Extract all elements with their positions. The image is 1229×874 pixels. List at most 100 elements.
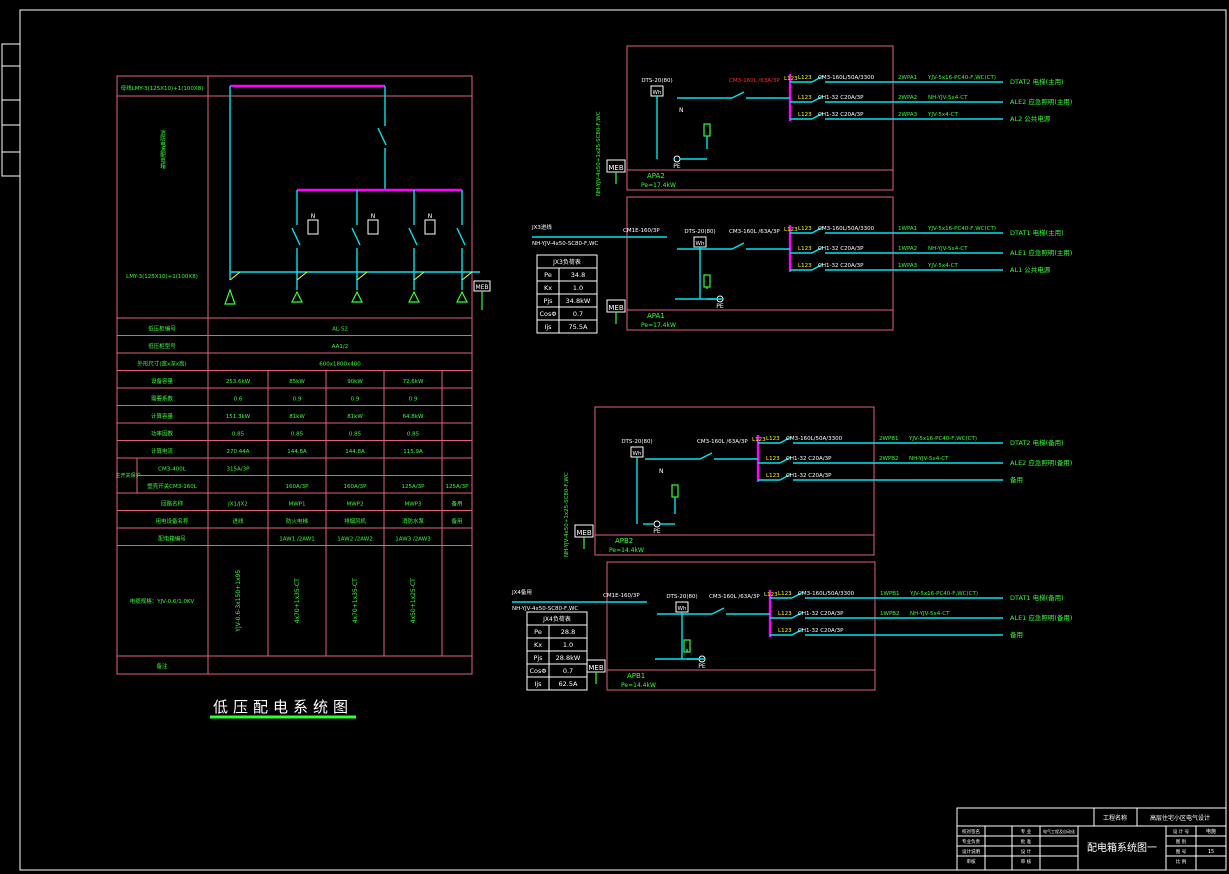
circuit-load: ALE1 应急照明(主用) <box>1010 248 1072 257</box>
feed-cable: NH-YJV-4x50-SC80-F,WC <box>532 241 598 247</box>
table-cell: 1AW3 /2AW3 <box>395 537 431 543</box>
circuit-bus: L123 <box>778 611 792 617</box>
load-param: Kx <box>544 284 552 292</box>
box-pe: Pe=14.4kW <box>609 547 644 554</box>
table-cell: 270.44A <box>226 449 249 455</box>
load-value: 0.7 <box>563 667 573 675</box>
circuit-code: 2WPA2 <box>898 95 917 101</box>
meb-label: MEB <box>588 664 603 672</box>
circuit-breaker: CH1-32 C20A/3P <box>798 628 844 634</box>
project-label: 工程名称 <box>1103 814 1127 822</box>
table-cell: MWP2 <box>347 502 364 508</box>
table-cell: 排烟风机 <box>344 517 367 525</box>
circuit-bus: L123 <box>798 112 812 118</box>
tb-mid-label: 专 业 <box>1021 828 1032 835</box>
table-row-label: 计算容量 <box>151 412 174 420</box>
tb-right-label: 设 计 号 <box>1173 828 1190 835</box>
table-cell: 160A/3P <box>344 484 368 490</box>
n-label: N <box>679 107 684 114</box>
table-cell: 144.8A <box>345 449 365 455</box>
circuit-breaker: CM3-160L/50A/3300 <box>818 226 875 232</box>
cad-drawing: 母线LMY-3(125X10)+1(100X8) LMY-3(125X10)+1… <box>1 9 1227 871</box>
table-cell: 81kW <box>347 414 363 420</box>
circuit-cable: YJV-5x16-PC40-F,WC(CT) <box>908 436 977 442</box>
table-cell: 防火电梯 <box>286 517 309 525</box>
tb-left-label: 审核 <box>967 858 976 865</box>
table-cell: MWP1 <box>289 502 306 508</box>
circuit-cable: NH-YJV-5x4-CT <box>928 246 968 252</box>
circuit-load: AL1 公共电源 <box>1010 265 1051 274</box>
circuit-bus: L123 <box>798 75 812 81</box>
circuit-cable: YJV-5x4-CT <box>927 263 958 269</box>
load-param: Ijs <box>544 323 552 331</box>
table-row-label: 用电设备名称 <box>155 517 189 525</box>
circuit-load: 备用 <box>1010 630 1023 639</box>
circuit-bus: L123 <box>798 226 812 232</box>
load-value: 28.8 <box>561 628 575 636</box>
wh-label: Wh <box>696 241 705 247</box>
drawing-title: 低压配电系统图 <box>213 698 353 716</box>
table-cell: 进线 <box>232 517 244 525</box>
load-table-jx4: JX4负荷表Pe 28.8 Kx 1.0 Pjs 28.8kW CosΦ 0.7 Ijs 62.5… <box>526 611 588 691</box>
binding-strip <box>1 43 21 177</box>
cable-label: 电缆规格：YJV-0.6/1.0KV <box>130 597 195 605</box>
incoming-breaker: CM1E-160/3P <box>603 593 640 599</box>
circuit-load: DTAT2 电梯(备用) <box>1010 438 1064 447</box>
table-cell: 315A/3P <box>227 467 251 473</box>
switchboard-panel: 母线LMY-3(125X10)+1(100X8) LMY-3(125X10)+1… <box>115 75 491 719</box>
circuit-cable: NH-YJV-5x4-CT <box>909 456 949 462</box>
circuit-breaker: CH1-32 C20A/3P <box>786 456 832 462</box>
box-apb1: APB1 Pe=14.4kW L123 Wh DTS-20(80) CM3-160L /6… <box>511 561 1072 691</box>
box-apb2: APB2 Pe=14.4kW L123 Wh DTS-20(80) CM3-160L /6… <box>564 406 1072 557</box>
load-table-title: JX4负荷表 <box>542 615 571 623</box>
feed-label: JX4备用 <box>511 588 532 596</box>
box-apa2: APA2 Pe=17.4kW L123 Wh DTS-20(80) CM3-160L /6… <box>596 45 1072 196</box>
switchboard-table: 低压柜编号 AL-S2 低压柜型号 AA1/2 外形尺寸(宽x深x高) 600x1800x… <box>115 317 472 670</box>
feeder-branches: N N N MEB <box>224 190 491 310</box>
table-row-label: 计算电流 <box>151 447 174 455</box>
table-cell: 151.3kW <box>226 414 251 420</box>
box-pe: Pe=17.4kW <box>641 182 676 189</box>
circuit-breaker: CH1-32 C20A/3P <box>786 473 832 479</box>
tb-right-label: 图 别 <box>1176 838 1187 845</box>
table-cell: 0.85 <box>291 432 304 438</box>
circuit-cable: YJV-5x16-PC40-F,WC(CT) <box>927 226 996 232</box>
tb-left-label: 校对签名 <box>962 828 980 835</box>
meb-label: MEB <box>608 164 623 172</box>
table-cell: 125A/3P <box>402 484 426 490</box>
table-cell: 1AW2 /2AW2 <box>337 537 372 543</box>
load-param: CosΦ <box>529 667 546 675</box>
load-value: 62.5A <box>559 680 578 688</box>
tb-right-label: 图 号 <box>1176 849 1187 855</box>
load-param: Pjs <box>533 654 543 662</box>
circuit-code: 2WPA1 <box>898 75 917 81</box>
tb-left-label: 专业负责 <box>962 838 980 845</box>
wh-label: Wh <box>653 90 662 96</box>
title-block: 工程名称 高层住宅小区电气设计 配电箱系统图一 校对签名专业负责设计说明审核 专 … <box>956 807 1227 871</box>
bus-label: L123 <box>784 227 798 233</box>
circuit-bus: L123 <box>798 95 812 101</box>
circuit-bus: L123 <box>798 246 812 252</box>
incoming-breaker: CM1E-160/3P <box>623 228 660 234</box>
circuit-code: 1WPB2 <box>880 611 900 617</box>
circuit-code: 2WPA3 <box>898 112 918 118</box>
table-cell: 600x1800x400 <box>319 362 361 368</box>
table-cell: 144.8A <box>287 449 307 455</box>
circuit-bus: L123 <box>798 263 812 269</box>
circuit-load: DTAT1 电梯(主用) <box>1010 228 1064 237</box>
load-value: 1.0 <box>573 284 583 292</box>
table-row-label: 回路名称 <box>161 500 184 508</box>
svg-text:N: N <box>428 213 433 220</box>
load-value: 0.7 <box>573 310 583 318</box>
table-cell: 0.6 <box>234 397 243 403</box>
table-cell: 消防水泵 <box>402 517 425 525</box>
circuit-bus: L123 <box>766 473 780 479</box>
tb-right-value: 电施 <box>1206 828 1216 835</box>
box-pe: Pe=14.4kW <box>621 682 656 689</box>
table-cell: 90kW <box>347 379 363 385</box>
bus-label: L123 <box>784 76 798 82</box>
pe-label: PE <box>716 303 724 310</box>
circuit-breaker: CH1-32 C20A/3P <box>798 611 844 617</box>
table-cell: 72.6kW <box>403 379 424 385</box>
load-param: Kx <box>534 641 542 649</box>
